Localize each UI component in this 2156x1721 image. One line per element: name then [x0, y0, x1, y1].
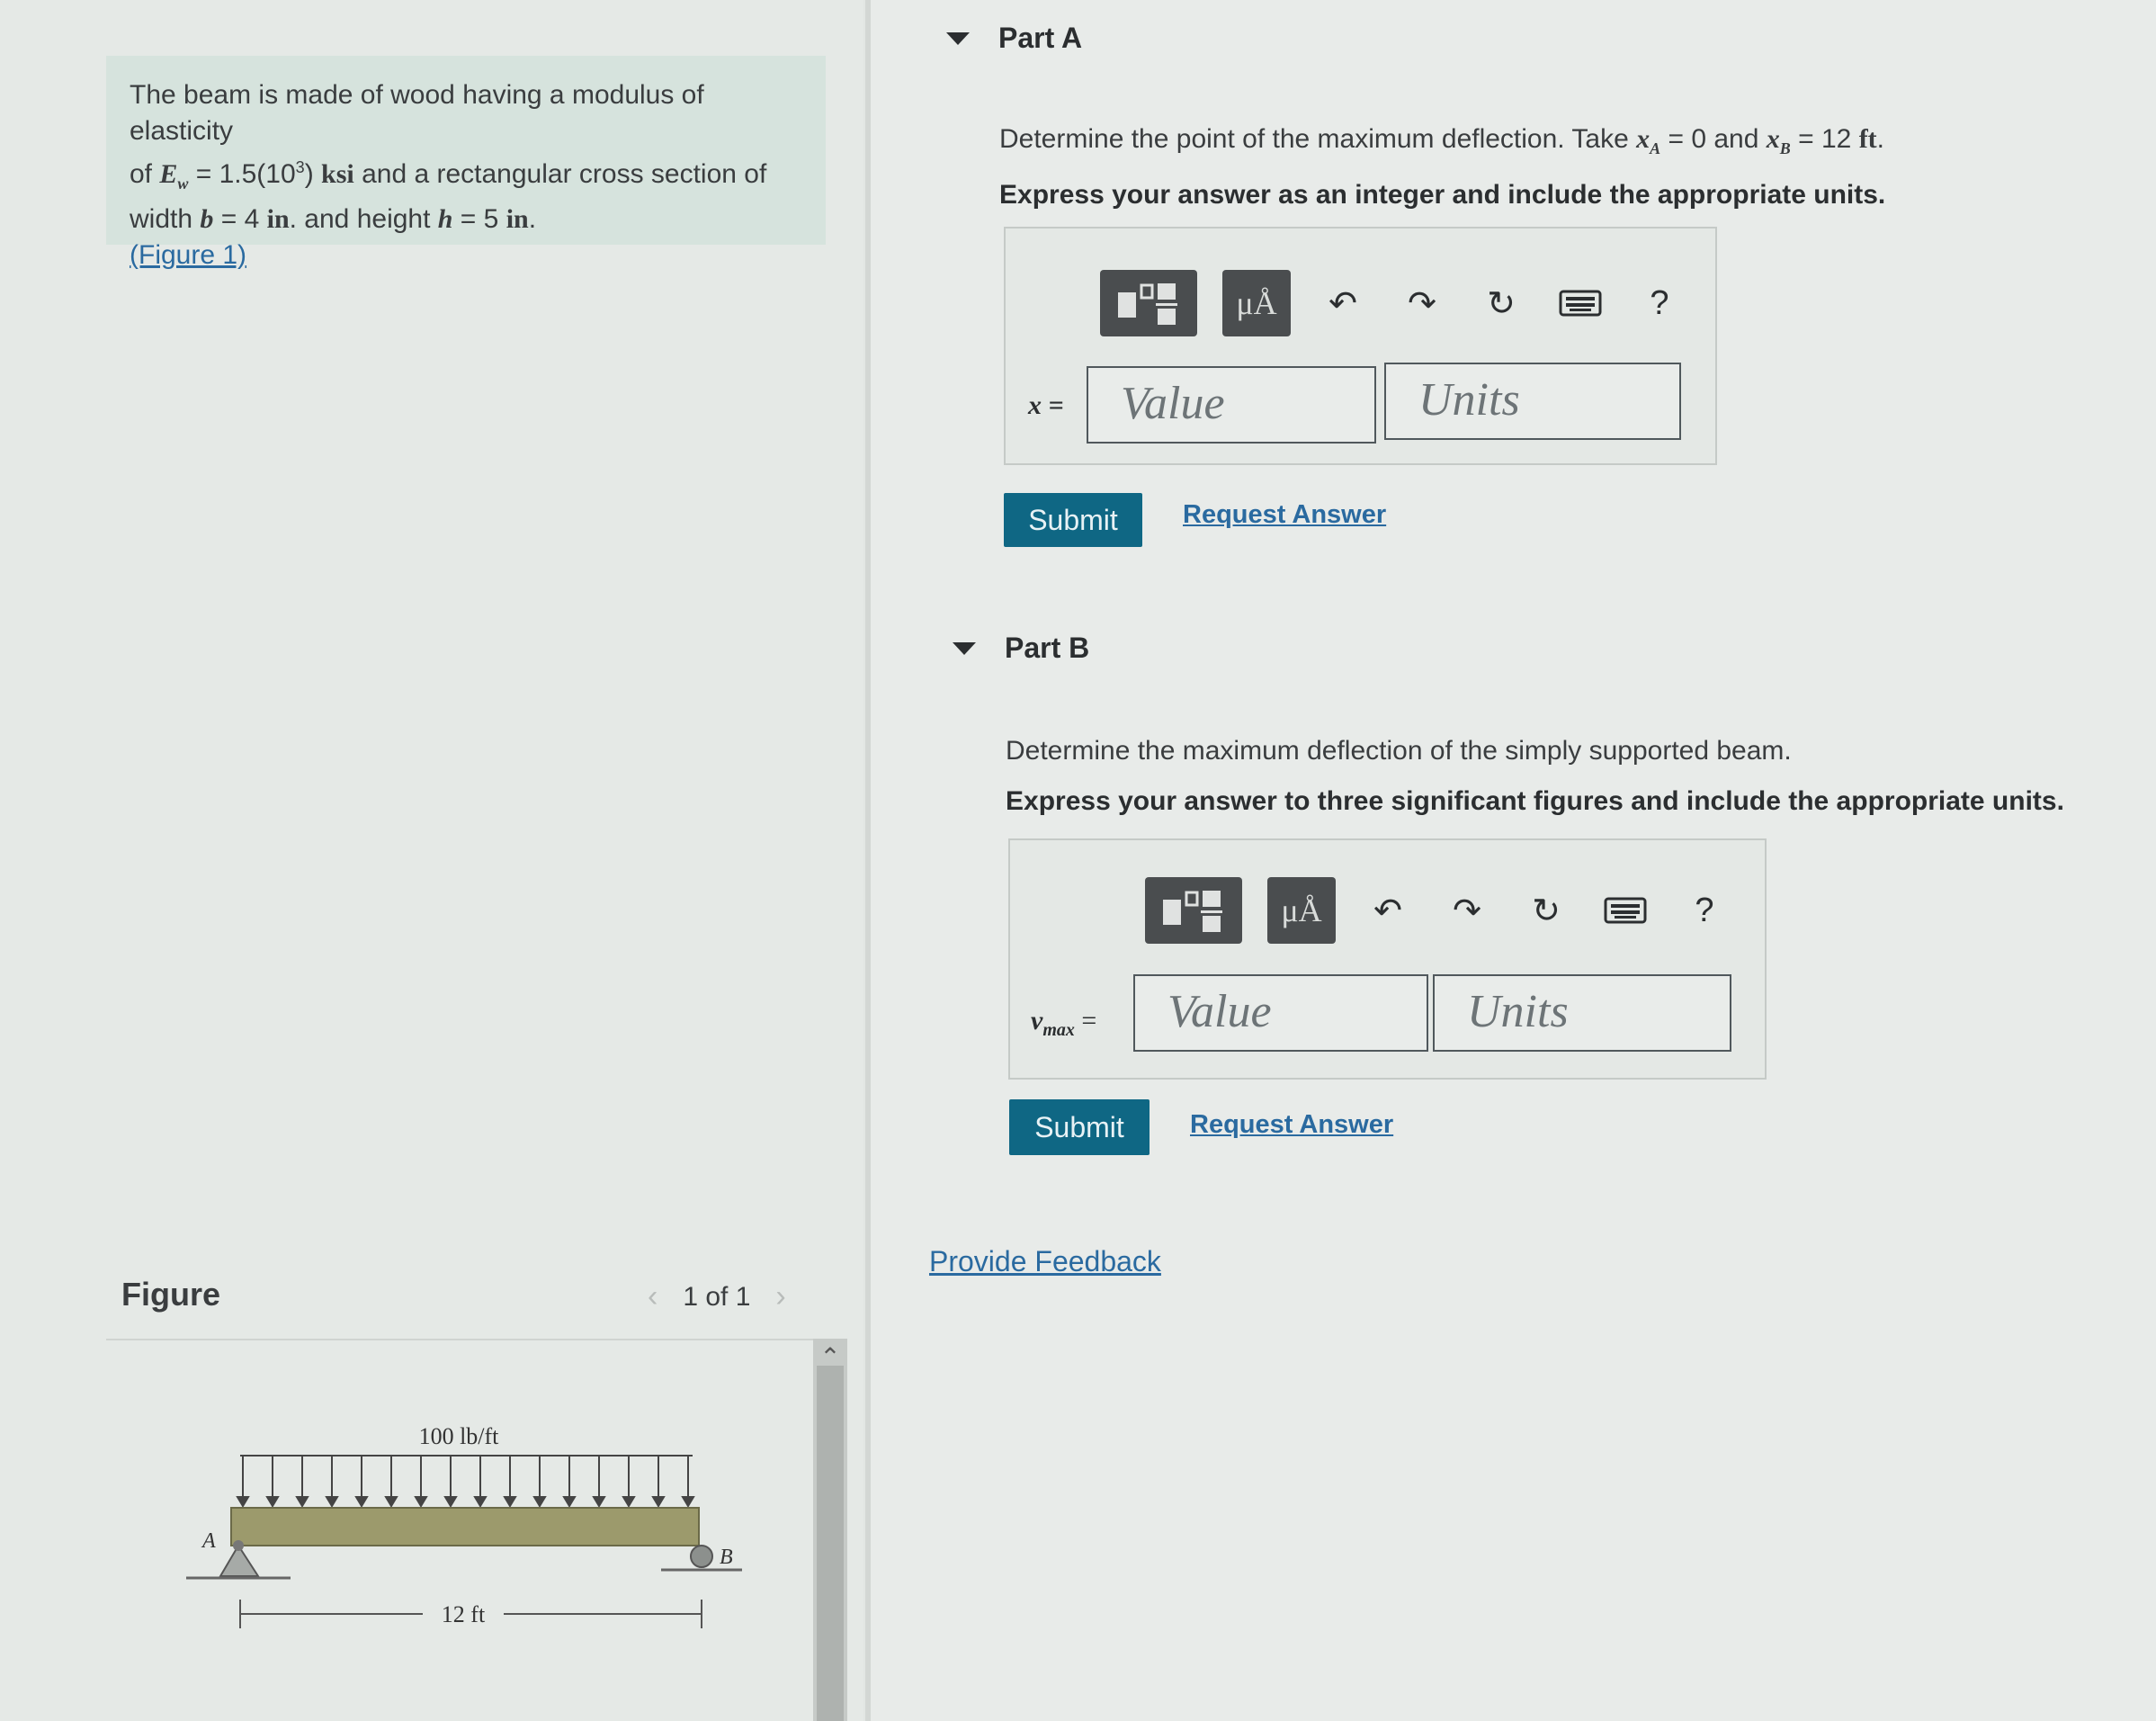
problem-line-1: The beam is made of wood having a modulu… [130, 80, 704, 146]
chevron-left-icon[interactable]: ‹ [648, 1279, 658, 1314]
right-panel: Part A Determine the point of the maximu… [871, 0, 2156, 1721]
problem-line-3: width b = 4 in. and height h = 5 in. [130, 204, 537, 234]
part-b-header[interactable]: Part B [953, 632, 1089, 665]
part-a-header[interactable]: Part A [946, 22, 1082, 55]
part-a-title: Part A [998, 22, 1083, 54]
figure-scrollbar[interactable] [813, 1339, 847, 1721]
problem-statement: The beam is made of wood having a modulu… [106, 56, 826, 270]
part-b-instruction: Express your answer to three significant… [1006, 786, 2064, 816]
beam-figure: 100 lb/ft A B 12 ft [186, 1423, 742, 1628]
part-a-value-field[interactable]: Value [1087, 366, 1376, 444]
part-a-instruction: Express your answer as an integer and in… [999, 180, 1886, 210]
support-a-label: A [201, 1529, 216, 1553]
units-icon[interactable]: μÅ [1267, 877, 1336, 944]
undo-icon[interactable]: ↶ [1316, 276, 1370, 330]
span-label: 12 ft [442, 1601, 486, 1627]
units-icon[interactable]: μÅ [1222, 270, 1291, 336]
part-a-request-answer-link[interactable]: Request Answer [1183, 500, 1386, 530]
figure-divider [106, 1339, 826, 1340]
figure-link[interactable]: (Figure 1) [130, 240, 246, 270]
part-b-input-label: vmax = [1031, 1006, 1097, 1040]
part-b-value-field[interactable]: Value [1133, 974, 1428, 1052]
redo-icon[interactable]: ↷ [1440, 883, 1494, 937]
part-b-question: Determine the maximum deflection of the … [1006, 736, 1792, 766]
left-panel: The beam is made of wood having a modulu… [0, 0, 863, 1721]
keyboard-icon[interactable] [1598, 883, 1652, 937]
redo-icon[interactable]: ↷ [1395, 276, 1449, 330]
help-icon[interactable]: ? [1633, 276, 1686, 330]
provide-feedback-link[interactable]: Provide Feedback [929, 1245, 1161, 1278]
load-label: 100 lb/ft [419, 1423, 500, 1449]
part-b-units-field[interactable]: Units [1433, 974, 1731, 1052]
reset-icon[interactable]: ↻ [1519, 883, 1573, 937]
part-b-request-answer-link[interactable]: Request Answer [1190, 1110, 1393, 1140]
part-b-toolbar: μÅ ↶ ↷ ↻ ? [1145, 877, 1731, 944]
figure-heading: Figure [121, 1276, 221, 1313]
scroll-up-icon[interactable]: ⌃ [813, 1342, 847, 1372]
distributed-load-arrows [236, 1456, 695, 1508]
support-b-label: B [720, 1546, 733, 1569]
collapse-caret-icon[interactable] [946, 31, 970, 45]
problem-line-2: of Ew = 1.5(103) ksi and a rectangular c… [130, 158, 767, 193]
figure-pager: ‹ 1 of 1 › [648, 1279, 786, 1314]
part-a-submit-button[interactable]: Submit [1004, 493, 1142, 547]
reset-icon[interactable]: ↻ [1474, 276, 1528, 330]
part-b-submit-button[interactable]: Submit [1009, 1099, 1150, 1155]
scrollbar-thumb[interactable] [817, 1366, 844, 1721]
part-a-question: Determine the point of the maximum defle… [999, 124, 1885, 157]
templates-icon[interactable] [1145, 877, 1242, 944]
chevron-right-icon[interactable]: › [775, 1279, 785, 1314]
part-b-title: Part B [1005, 632, 1090, 664]
part-a-units-field[interactable]: Units [1384, 363, 1681, 440]
help-icon[interactable]: ? [1677, 883, 1731, 937]
keyboard-icon[interactable] [1553, 276, 1607, 330]
undo-icon[interactable]: ↶ [1361, 883, 1415, 937]
templates-icon[interactable] [1100, 270, 1197, 336]
part-a-toolbar: μÅ ↶ ↷ ↻ ? [1100, 270, 1686, 336]
part-a-input-label: x = [1028, 390, 1064, 420]
wood-beam [230, 1507, 700, 1546]
figure-page-count: 1 of 1 [683, 1281, 751, 1312]
collapse-caret-icon[interactable] [953, 641, 976, 655]
